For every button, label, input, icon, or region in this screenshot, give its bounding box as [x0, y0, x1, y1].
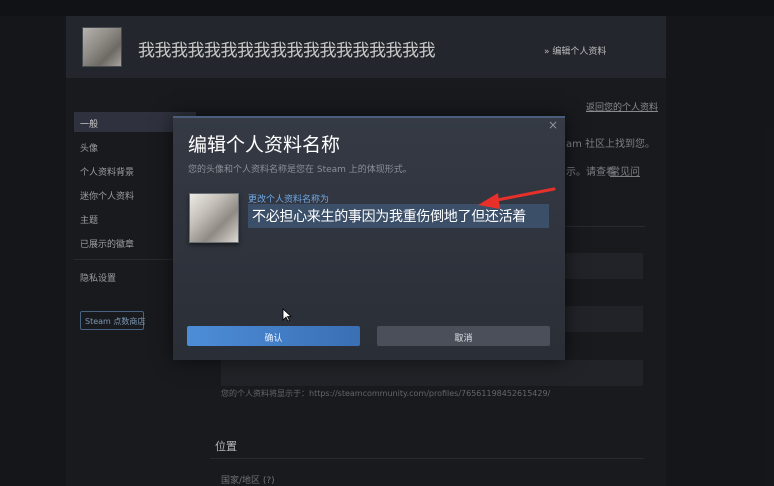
edit-profile-name-dialog: × 编辑个人资料名称 您的头像和个人资料名称是您在 Steam 上的体现形式。 …: [173, 116, 565, 360]
close-icon[interactable]: ×: [548, 118, 558, 132]
dialog-top-accent: [173, 116, 565, 118]
dialog-description: 您的头像和个人资料名称是您在 Steam 上的体现形式。: [188, 165, 412, 175]
cancel-button[interactable]: 取消: [377, 326, 550, 346]
mouse-cursor-icon: [282, 308, 292, 322]
profile-name-input[interactable]: [248, 204, 549, 228]
dialog-title: 编辑个人资料名称: [188, 134, 341, 156]
confirm-button[interactable]: 确认: [187, 326, 360, 346]
avatar: [189, 193, 239, 243]
